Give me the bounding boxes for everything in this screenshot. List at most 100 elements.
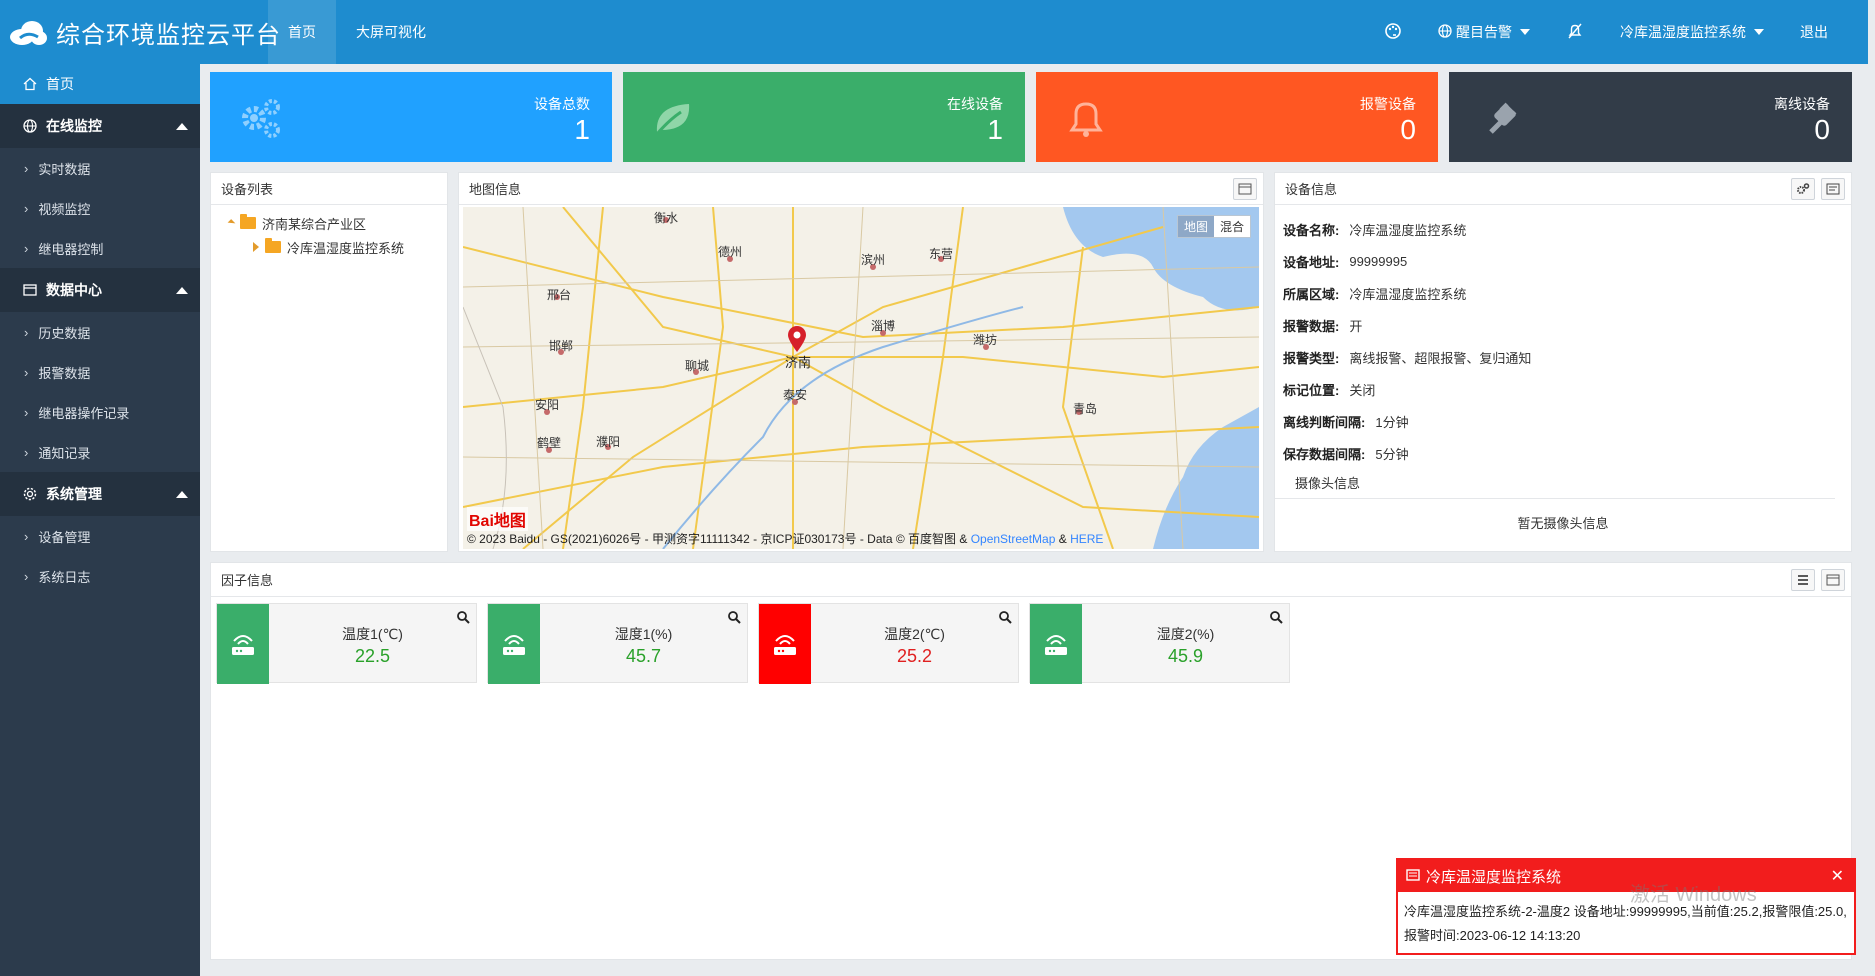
globe-icon xyxy=(1438,23,1452,41)
calendar-button[interactable] xyxy=(1821,568,1845,591)
mute-button[interactable] xyxy=(1548,22,1602,43)
stat-label: 在线设备 xyxy=(947,96,1003,112)
sidebar-item-label: 设备管理 xyxy=(38,529,91,545)
calendar-icon xyxy=(1826,574,1840,585)
sidebar-group-label: 数据中心 xyxy=(46,282,102,298)
sidebar-group-data-center[interactable]: 数据中心 xyxy=(0,268,200,312)
map-copyright: © 2023 Baidu - GS(2021)6026号 - 甲测资字11111… xyxy=(467,530,1103,547)
map-city-label: 淄博 xyxy=(871,319,896,333)
alarm-message: 冷库温湿度监控系统-2-温度2 设备地址:99999995,当前值:25.2,报… xyxy=(1404,904,1847,943)
stat-value: 1 xyxy=(987,114,1003,145)
tree-node-device[interactable]: 冷库温湿度监控系统 xyxy=(225,235,447,259)
factor-card-humidity2[interactable]: 湿度2(%) 45.9 xyxy=(1029,603,1290,684)
camera-section-title: 摄像头信息 xyxy=(1275,469,1835,499)
sidebar-item-label: 首页 xyxy=(46,76,74,92)
map-canvas[interactable]: 衡水 德州 滨州 东营 邢台 邯郸 聊城 淄博 潍坊 安阳 泰安 青岛 鹤壁 濮… xyxy=(463,207,1259,549)
system-dropdown[interactable]: 冷库温湿度监控系统 xyxy=(1602,22,1782,42)
gears-icon xyxy=(232,90,288,146)
settings-button[interactable] xyxy=(1791,177,1815,200)
chevron-right-icon: › xyxy=(24,364,29,380)
list-view-button[interactable] xyxy=(1791,568,1815,591)
stat-card-online[interactable]: 在线设备 1 xyxy=(623,72,1025,162)
cloud-logo-icon xyxy=(8,17,48,47)
logo[interactable]: 综合环境监控云平台 xyxy=(0,15,280,50)
sidebar-group-online-monitoring[interactable]: 在线监控 xyxy=(0,104,200,148)
caret-up-icon xyxy=(176,286,188,294)
router-icon xyxy=(759,604,811,684)
device-info-list: 设备名称: 冷库温湿度监控系统 设备地址: 99999995 所属区域: 冷库温湿度监… xyxy=(1275,205,1851,469)
sidebar-item-video-monitoring[interactable]: › 视频监控 xyxy=(0,188,200,228)
alert-dropdown[interactable]: 醒目告警 xyxy=(1420,22,1548,42)
card-view-button[interactable] xyxy=(1821,177,1845,200)
factor-card-temp2[interactable]: 温度2(℃) 25.2 xyxy=(758,603,1019,684)
sidebar-item-alarm-data[interactable]: › 报警数据 xyxy=(0,352,200,392)
stat-card-alarm[interactable]: 报警设备 0 xyxy=(1036,72,1438,162)
chevron-right-icon: › xyxy=(24,528,29,544)
home-icon xyxy=(20,77,40,91)
info-row-device-address: 设备地址: 99999995 xyxy=(1283,245,1843,277)
camera-empty-text: 暂无摄像头信息 xyxy=(1517,516,1609,531)
sidebar-item-device-management[interactable]: › 设备管理 xyxy=(0,516,200,556)
info-value: 关闭 xyxy=(1349,382,1376,398)
search-icon[interactable] xyxy=(1269,610,1283,627)
tree-node-root[interactable]: 济南某综合产业区 xyxy=(225,211,447,235)
sidebar-group-system[interactable]: 系统管理 xyxy=(0,472,200,516)
map-city-label: 邯郸 xyxy=(549,339,574,353)
osm-link[interactable]: OpenStreetMap xyxy=(971,532,1056,546)
factor-card-temp1[interactable]: 温度1(℃) 22.5 xyxy=(216,603,477,684)
info-row-save-interval: 保存数据间隔: 5分钟 xyxy=(1283,437,1843,469)
chevron-right-icon: › xyxy=(24,240,29,256)
sidebar-item-realtime-data[interactable]: › 实时数据 xyxy=(0,148,200,188)
top-nav: 首页 大屏可视化 xyxy=(268,0,446,64)
caret-expanded-icon[interactable] xyxy=(227,219,236,227)
device-list-panel: 设备列表 济南某综合产业区 冷库温湿度监控系统 xyxy=(210,172,448,552)
chevron-down-icon xyxy=(1754,29,1764,35)
theme-button[interactable] xyxy=(1366,22,1420,43)
stat-card-total[interactable]: 设备总数 1 xyxy=(210,72,612,162)
map-marker-label: 济南 xyxy=(785,355,812,370)
info-row-alarm-data: 报警数据: 开 xyxy=(1283,309,1843,341)
router-icon xyxy=(217,604,269,684)
sidebar-item-label: 历史数据 xyxy=(38,325,91,341)
nav-home[interactable]: 首页 xyxy=(268,0,336,64)
info-key: 所属区域: xyxy=(1283,286,1340,302)
close-icon[interactable]: ✕ xyxy=(1831,866,1844,886)
nav-big-screen[interactable]: 大屏可视化 xyxy=(336,0,446,64)
info-value: 冷库温湿度监控系统 xyxy=(1349,222,1467,238)
caret-right-icon[interactable] xyxy=(253,242,259,252)
sidebar-item-system-log[interactable]: › 系统日志 xyxy=(0,556,200,596)
sidebar-item-relay-control[interactable]: › 继电器控制 xyxy=(0,228,200,268)
calendar-button[interactable] xyxy=(1233,177,1257,200)
info-row-region: 所属区域: 冷库温湿度监控系统 xyxy=(1283,277,1843,309)
map-type-map[interactable]: 地图 xyxy=(1177,216,1214,237)
here-link[interactable]: HERE xyxy=(1070,532,1103,546)
chevron-right-icon: › xyxy=(24,324,29,340)
logout-button[interactable]: 退出 xyxy=(1782,22,1868,42)
map-type-hybrid[interactable]: 混合 xyxy=(1214,216,1250,237)
info-key: 设备地址: xyxy=(1283,254,1340,270)
map-city-label: 青岛 xyxy=(1073,402,1098,416)
sidebar-item-notice-log[interactable]: › 通知记录 xyxy=(0,432,200,472)
search-icon[interactable] xyxy=(727,610,741,627)
stat-label: 报警设备 xyxy=(1360,96,1416,112)
map-city-label: 德州 xyxy=(718,245,743,259)
map-city-label: 衡水 xyxy=(654,211,679,225)
alarm-popup: 冷库温湿度监控系统 ✕ 冷库温湿度监控系统-2-温度2 设备地址:9999999… xyxy=(1396,858,1856,955)
sidebar-item-relay-log[interactable]: › 继电器操作记录 xyxy=(0,392,200,432)
sidebar-item-home[interactable]: 首页 xyxy=(0,64,200,104)
chevron-right-icon: › xyxy=(24,444,29,460)
stat-label: 设备总数 xyxy=(534,96,590,112)
sidebar-item-label: 实时数据 xyxy=(38,161,91,177)
panel-title: 地图信息 xyxy=(469,182,522,197)
sidebar-item-history-data[interactable]: › 历史数据 xyxy=(0,312,200,352)
factor-card-humidity1[interactable]: 湿度1(%) 45.7 xyxy=(487,603,748,684)
search-icon[interactable] xyxy=(456,610,470,627)
stat-value: 0 xyxy=(1400,114,1416,145)
info-row-offline-interval: 离线判断间隔: 1分钟 xyxy=(1283,405,1843,437)
info-value: 1分钟 xyxy=(1375,414,1409,430)
copyright-text: © 2023 Baidu - GS(2021)6026号 - 甲测资字11111… xyxy=(467,532,971,546)
stat-card-offline[interactable]: 离线设备 0 xyxy=(1449,72,1852,162)
palette-icon xyxy=(1384,22,1402,43)
search-icon[interactable] xyxy=(998,610,1012,627)
bell-off-icon xyxy=(1566,22,1584,43)
